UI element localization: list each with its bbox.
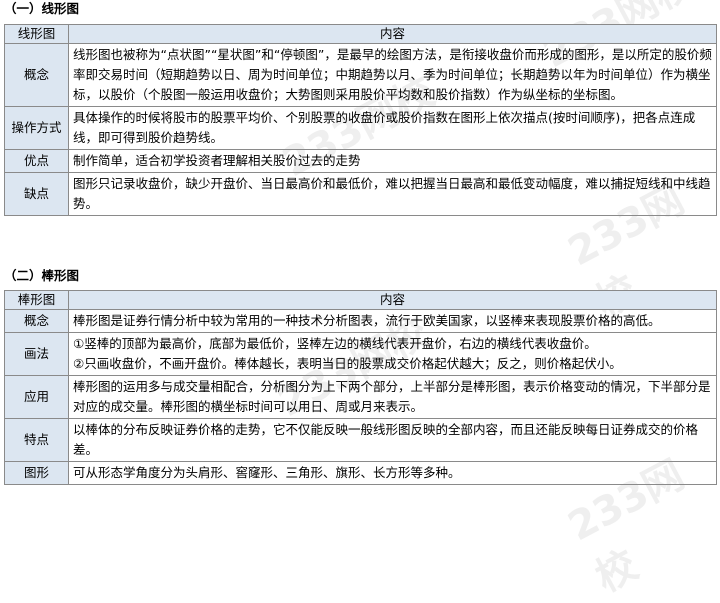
row-label: 缺点 — [4, 172, 69, 216]
header-term: 线形图 — [4, 24, 69, 44]
row-content: 棒形图的运用多与成交量相配合，分析图分为上下两个部分，上半部分是棒形图，表示价格… — [68, 375, 717, 419]
header-term: 棒形图 — [4, 290, 69, 310]
row-label: 概念 — [4, 43, 69, 107]
table-row: 概念 线形图也被称为“点状图”“星状图”和“停顿图”，是最早的绘图方法，是衔接收… — [4, 43, 717, 107]
table-row: 概念 棒形图是证券行情分析中较为常用的一种技术分析图表，流行于欧美国家，以竖棒来… — [4, 309, 717, 333]
section-title-bar-chart: （二）棒形图 — [4, 268, 80, 283]
row-label: 概念 — [4, 309, 69, 333]
row-content: 具体操作的时候将股市的股票平均价、个别股票的收盘价或股价指数在图形上依次描点(按… — [68, 106, 717, 150]
row-content: 图形只记录收盘价，缺少开盘价、当日最高价和最低价，难以把握当日最高和最低变动幅度… — [68, 172, 717, 216]
row-content: 棒形图是证券行情分析中较为常用的一种技术分析图表，流行于欧美国家，以竖棒来表现股… — [68, 309, 717, 333]
bar-chart-table: 棒形图 内容 概念 棒形图是证券行情分析中较为常用的一种技术分析图表，流行于欧美… — [4, 290, 717, 485]
header-content: 内容 — [68, 290, 717, 310]
row-content: 制作简单，适合初学投资者理解相关股价过去的走势 — [68, 149, 717, 173]
row-content: ①竖棒的顶部为最高价，底部为最低价，竖棒左边的横线代表开盘价，右边的横线代表收盘… — [68, 332, 717, 376]
row-content: 以棒体的分布反映证券价格的走势，它不仅能反映一般线形图反映的全部内容，而且还能反… — [68, 418, 717, 462]
row-label: 操作方式 — [4, 106, 69, 150]
row-label: 应用 — [4, 375, 69, 419]
header-content: 内容 — [68, 24, 717, 44]
table-header-row: 棒形图 内容 — [4, 290, 717, 310]
table-row: 优点 制作简单，适合初学投资者理解相关股价过去的走势 — [4, 149, 717, 173]
section-title-line-chart: （一）线形图 — [4, 1, 80, 16]
table-header-row: 线形图 内容 — [4, 24, 717, 44]
table-row: 操作方式 具体操作的时候将股市的股票平均价、个别股票的收盘价或股价指数在图形上依… — [4, 106, 717, 150]
table-row: 画法 ①竖棒的顶部为最高价，底部为最低价，竖棒左边的横线代表开盘价，右边的横线代… — [4, 332, 717, 376]
row-content: 可从形态学角度分为头肩形、窖窿形、三角形、旗形、长方形等多种。 — [68, 461, 717, 485]
row-label: 画法 — [4, 332, 69, 376]
table-row: 图形 可从形态学角度分为头肩形、窖窿形、三角形、旗形、长方形等多种。 — [4, 461, 717, 485]
table-row: 缺点 图形只记录收盘价，缺少开盘价、当日最高价和最低价，难以把握当日最高和最低变… — [4, 172, 717, 216]
row-label: 特点 — [4, 418, 69, 462]
table-row: 特点 以棒体的分布反映证券价格的走势，它不仅能反映一般线形图反映的全部内容，而且… — [4, 418, 717, 462]
table-row: 应用 棒形图的运用多与成交量相配合，分析图分为上下两个部分，上半部分是棒形图，表… — [4, 375, 717, 419]
row-content-line: ①竖棒的顶部为最高价，底部为最低价，竖棒左边的横线代表开盘价，右边的横线代表收盘… — [73, 336, 597, 351]
row-label: 图形 — [4, 461, 69, 485]
row-content: 线形图也被称为“点状图”“星状图”和“停顿图”，是最早的绘图方法，是衔接收盘价而… — [68, 43, 717, 107]
line-chart-table: 线形图 内容 概念 线形图也被称为“点状图”“星状图”和“停顿图”，是最早的绘图… — [4, 24, 717, 216]
row-content-line: ②只画收盘价，不画开盘价。棒体越长，表明当日的股票成交价格起伏越大；反之，则价格… — [73, 356, 622, 371]
row-label: 优点 — [4, 149, 69, 173]
